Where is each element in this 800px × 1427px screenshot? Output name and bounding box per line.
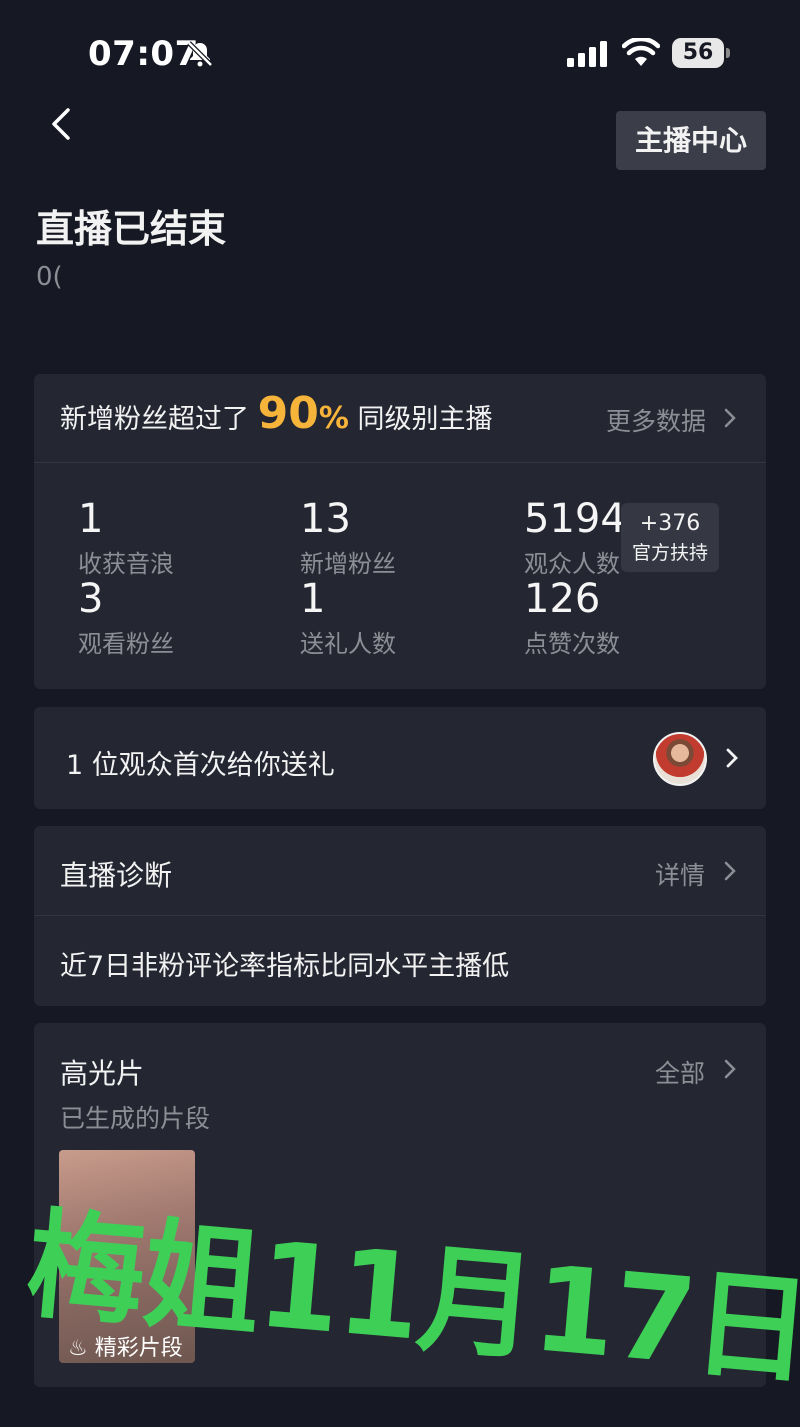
stat-label: 收获音浪 [78,550,174,578]
chevron-right-icon[interactable] [722,406,738,430]
status-time: 07:07 [88,34,199,74]
summary-divider [34,462,766,463]
headline-number: 90 [257,388,319,439]
chevron-right-icon[interactable] [722,1057,738,1081]
chevron-right-icon[interactable] [724,746,740,770]
more-data-link[interactable]: 更多数据 [606,402,706,438]
stat-value: 13 [300,496,351,542]
badge-value: +376 [639,511,701,536]
headline-prefix: 新增粉丝超过了 [60,404,249,435]
battery-level: 56 [672,38,724,68]
badge-label: 官方扶持 [631,542,708,564]
gift-text: 1 位观众首次给你送礼 [66,750,335,781]
stat-label: 新增粉丝 [300,550,396,578]
stat-label: 点赞次数 [524,630,620,658]
signal-icon [567,41,607,67]
diagnosis-detail-link[interactable]: 详情 [655,856,705,892]
battery-icon: 56 [672,38,730,68]
more-data-label: 更多数据 [606,407,707,436]
avatar[interactable] [653,732,707,786]
diagnosis-title: 直播诊断 [60,859,173,892]
diagnosis-body: 近7日非粉评论率指标比同水平主播低 [60,951,510,982]
page-subtitle: 0( [36,262,63,292]
highlight-subtitle: 已生成的片段 [60,1104,211,1133]
chevron-right-icon[interactable] [722,859,738,883]
headline-percent: % [318,401,349,436]
stat-value: 3 [78,576,104,622]
stat-label: 观众人数 [524,550,620,578]
page-title: 直播已结束 [36,207,227,251]
host-center-button[interactable]: 主播中心 [616,111,766,170]
stat-value: 1 [300,576,326,622]
diagnosis-divider [34,915,766,916]
official-support-badge: +376 官方扶持 [621,503,719,572]
stat-value: 1 [78,496,104,542]
summary-headline: 新增粉丝超过了 90% 同级别主播 [60,388,492,439]
headline-suffix: 同级别主播 [357,404,493,435]
stat-value: 5194 [524,496,626,542]
highlight-title: 高光片 [60,1057,145,1090]
stat-label: 送礼人数 [300,630,396,658]
wifi-icon [622,38,660,66]
stat-value: 126 [524,576,601,622]
bell-muted-icon [187,41,213,67]
highlight-all-link[interactable]: 全部 [655,1054,705,1090]
stat-label: 观看粉丝 [78,630,174,658]
chevron-left-icon[interactable] [44,104,80,144]
